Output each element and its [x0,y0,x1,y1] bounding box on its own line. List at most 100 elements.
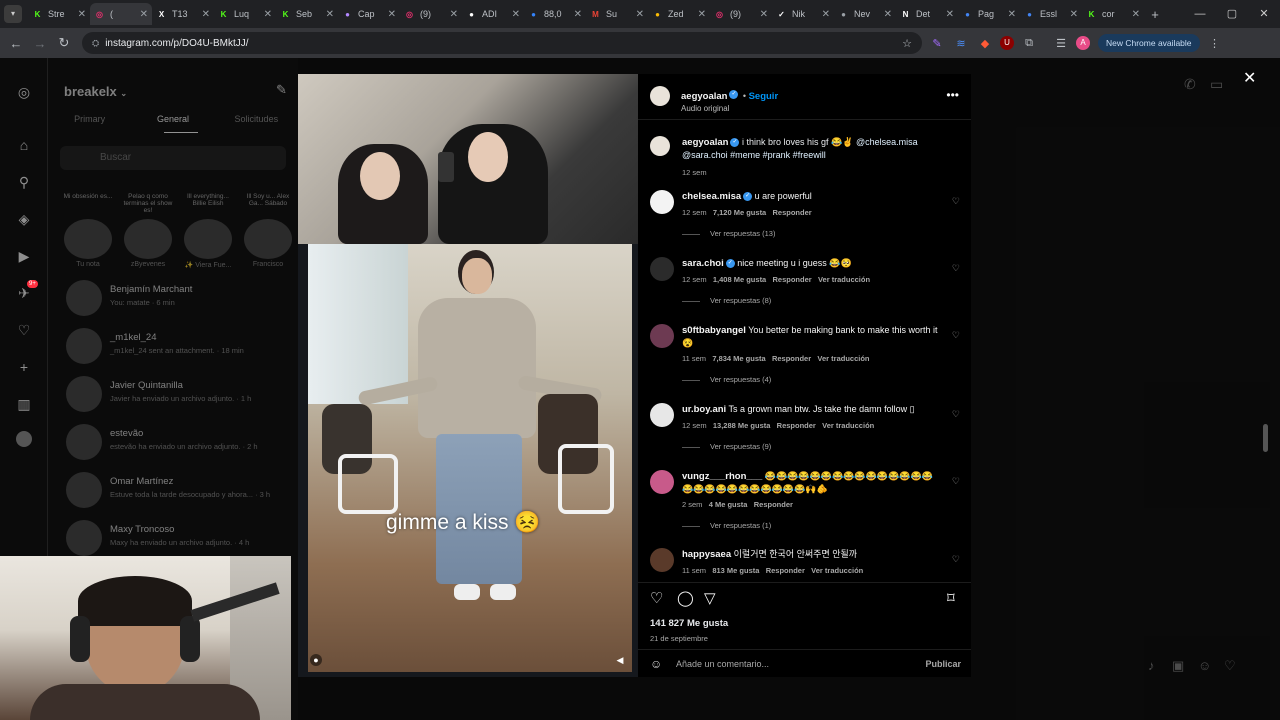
chrome-menu-icon[interactable]: ⋮ [1206,37,1224,50]
chat-row[interactable]: Benjamín Marchant You: matate · 6 min [62,278,294,322]
forward-button[interactable]: → [28,36,52,51]
chat-row[interactable]: Omar Martínez Estuve toda la tarde desocu… [62,470,294,514]
note-item[interactable]: Ill everything... Billie Eilish ✨ Viera F… [182,193,234,269]
browser-tab[interactable]: ● Zed ✕ [648,3,710,25]
instagram-logo-icon[interactable]: ◎ [14,82,34,102]
commenter-avatar[interactable] [650,403,674,427]
translate-button[interactable]: Ver traducción [811,566,863,575]
extension-fox-icon[interactable]: ◆ [976,37,994,50]
commenter-avatar[interactable] [650,548,674,572]
note-item[interactable]: Pelao q como terminas el show es! zByeven… [122,193,174,268]
browser-tab[interactable]: ● Nev ✕ [834,3,896,25]
comment-likes[interactable]: 4 Me gusta [709,500,748,509]
extensions-puzzle-icon[interactable]: ⧉ [1020,37,1038,50]
close-tab-icon[interactable]: ✕ [884,9,892,20]
caption-tags[interactable]: @sara.choi #meme #prank #freewill [682,150,826,160]
comment-like-heart-icon[interactable]: ♡ [952,554,960,565]
publish-button[interactable]: Publicar [925,659,961,669]
dm-username[interactable]: breakelx ⌄ [64,84,127,99]
browser-tab[interactable]: ◎ (9) ✕ [710,3,772,25]
comment-like-heart-icon[interactable]: ♡ [952,409,960,420]
page-scrollbar[interactable] [1262,58,1270,720]
browser-tab[interactable]: ◎ (✕ [90,3,152,25]
reply-button[interactable]: Responder [773,275,812,284]
close-window-button[interactable]: ✕ [1248,0,1280,28]
author-username[interactable]: aegyoalan [681,91,727,102]
translate-button[interactable]: Ver traducción [822,421,874,430]
audio-muted-icon[interactable]: ◀ [614,654,626,666]
browser-tab[interactable]: N Det ✕ [896,3,958,25]
follow-button[interactable]: Seguir [749,91,779,102]
share-send-icon[interactable]: ▽ [704,589,716,607]
reload-button[interactable]: ↻ [52,35,76,51]
reply-button[interactable]: Responder [772,354,811,363]
comment-likes[interactable]: 1,408 Me gusta [713,275,766,284]
close-tab-icon[interactable]: ✕ [946,9,954,20]
comment-like-heart-icon[interactable]: ♡ [952,196,960,207]
chat-row[interactable]: Javier Quintanilla Javier ha enviado un a… [62,374,294,418]
comment-likes[interactable]: 813 Me gusta [712,566,759,575]
comment-like-heart-icon[interactable]: ♡ [952,330,960,341]
new-tab-button[interactable]: + [1144,7,1166,22]
comment-likes[interactable]: 7,834 Me gusta [712,354,765,363]
new-message-icon[interactable]: ✎ [276,82,287,98]
save-bookmark-icon[interactable]: ⌑ [947,589,955,607]
browser-tab[interactable]: ● 88,0 ✕ [524,3,586,25]
comment-input[interactable]: Añade un comentario... [676,659,769,669]
create-icon[interactable]: + [14,357,34,377]
comment-icon[interactable]: ◯ [677,589,694,607]
notifications-heart-icon[interactable]: ♡ [14,320,34,340]
view-replies-button[interactable]: Ver respuestas (4) [682,374,938,386]
close-modal-icon[interactable]: ✕ [1243,68,1256,88]
commenter-username[interactable]: ur.boy.ani [682,404,726,415]
browser-tab[interactable]: ● Essl ✕ [1020,3,1082,25]
site-info-icon[interactable]: ⛭ [92,38,99,49]
chat-row[interactable]: _m1kel_24 _m1kel_24 sent an attachment. ·… [62,326,294,370]
close-tab-icon[interactable]: ✕ [140,9,148,20]
close-tab-icon[interactable]: ✕ [1132,9,1140,20]
browser-tab[interactable]: ✓ Nik ✕ [772,3,834,25]
close-tab-icon[interactable]: ✕ [822,9,830,20]
profile-avatar[interactable]: A [1076,36,1090,50]
tab-requests[interactable]: Solicitudes [215,114,298,124]
translate-button[interactable]: Ver traducción [817,354,869,363]
caption-author-avatar[interactable] [650,136,670,156]
scrollbar-thumb[interactable] [1263,424,1268,452]
more-options-icon[interactable]: ••• [946,88,959,102]
bookmark-star-icon[interactable]: ☆ [902,37,912,50]
view-replies-button[interactable]: Ver respuestas (13) [682,228,938,240]
close-tab-icon[interactable]: ✕ [202,9,210,20]
browser-tab[interactable]: Kcor ✕ [1082,3,1144,25]
maximize-button[interactable]: ▢ [1216,0,1248,28]
explore-icon[interactable]: ◈ [14,209,34,229]
commenter-username[interactable]: chelsea.misa [682,191,741,202]
close-tab-icon[interactable]: ✕ [636,9,644,20]
close-tab-icon[interactable]: ✕ [78,9,86,20]
reply-button[interactable]: Responder [766,566,805,575]
browser-tab[interactable]: K Seb ✕ [276,3,338,25]
reply-button[interactable]: Responder [773,208,812,217]
comment-likes[interactable]: 7,120 Me gusta [713,208,766,217]
close-tab-icon[interactable]: ✕ [760,9,768,20]
commenter-username[interactable]: sara.choi [682,258,724,269]
commenter-avatar[interactable] [650,257,674,281]
emoji-picker-icon[interactable]: ☺ [650,657,662,671]
reading-list-icon[interactable]: ☰ [1052,37,1070,50]
dashboard-icon[interactable]: ▥ [14,394,34,414]
browser-tab[interactable]: ◎ (9) ✕ [400,3,462,25]
new-chrome-available-button[interactable]: New Chrome available [1098,34,1200,52]
likes-count[interactable]: 141 827 Me gusta [650,618,728,629]
browser-tab[interactable]: K Luq ✕ [214,3,276,25]
like-heart-icon[interactable]: ♡ [650,589,663,607]
tab-primary[interactable]: Primary [48,114,131,124]
view-replies-button[interactable]: Ver respuestas (8) [682,295,938,307]
minimize-button[interactable]: — [1184,0,1216,28]
commenter-avatar[interactable] [650,190,674,214]
audio-label[interactable]: Audio original [681,104,778,113]
browser-tab[interactable]: ● ADI ✕ [462,3,524,25]
url-bar[interactable]: ⛭ instagram.com/p/DO4U-BMktJJ/ ☆ [82,32,922,54]
commenter-username[interactable]: vungz___rhon___ [682,471,762,482]
comment-likes[interactable]: 13,288 Me gusta [713,421,771,430]
caption-mention-link[interactable]: @chelsea.misa [856,137,918,147]
reels-icon[interactable]: ▶ [14,246,34,266]
